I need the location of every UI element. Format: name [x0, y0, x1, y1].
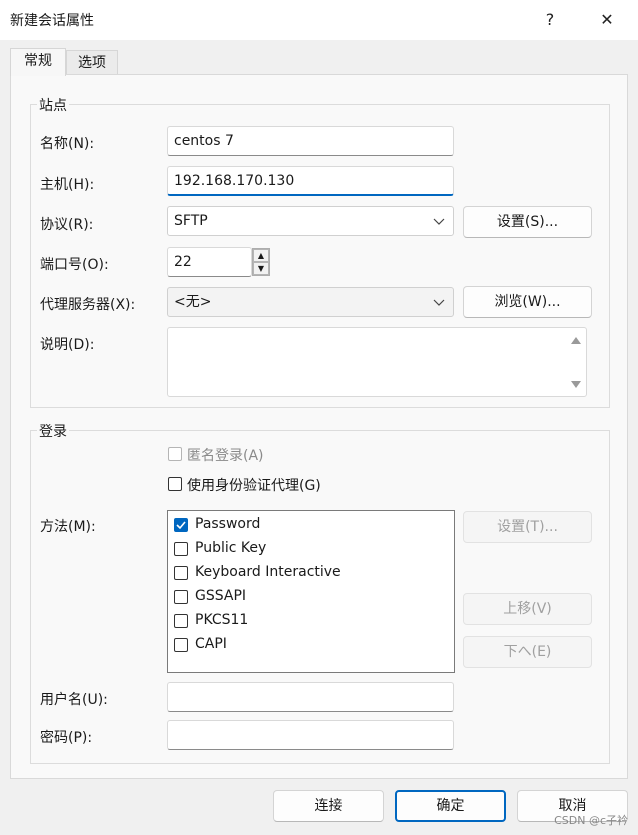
- stepper-up-icon[interactable]: ▲: [253, 249, 269, 262]
- list-item-label: PKCS11: [195, 612, 249, 628]
- scroll-up-icon[interactable]: [571, 336, 581, 344]
- list-item[interactable]: PKCS11: [174, 610, 444, 632]
- auth-agent-label: 使用身份验证代理(G): [187, 478, 321, 494]
- stepper-down-icon[interactable]: ▼: [253, 262, 269, 275]
- move-down-button[interactable]: 下へ(E): [463, 636, 592, 668]
- list-item[interactable]: CAPI: [174, 634, 444, 656]
- host-label: 主机(H):: [40, 177, 95, 193]
- title-bar: 新建会话属性 ? ✕: [0, 0, 638, 40]
- public-key-checkbox[interactable]: [174, 542, 188, 556]
- pkcs11-checkbox[interactable]: [174, 614, 188, 628]
- browse-button[interactable]: 浏览(W)...: [463, 286, 592, 318]
- connect-button[interactable]: 连接: [273, 790, 384, 822]
- username-input[interactable]: [167, 682, 454, 712]
- move-up-button[interactable]: 上移(V): [463, 593, 592, 625]
- site-group-title: 站点: [37, 95, 69, 115]
- list-item-label: Public Key: [195, 540, 267, 556]
- password-input[interactable]: [167, 720, 454, 750]
- anonymous-checkbox[interactable]: [168, 447, 182, 461]
- help-button[interactable]: ?: [530, 6, 570, 34]
- protocol-select-value: SFTP: [174, 213, 208, 229]
- host-input[interactable]: 192.168.170.130: [167, 166, 454, 196]
- ok-button[interactable]: 确定: [395, 790, 506, 822]
- description-label: 说明(D):: [40, 337, 95, 353]
- watermark: CSDN @c子衿: [554, 814, 628, 827]
- close-icon: ✕: [600, 10, 614, 29]
- tab-general[interactable]: 常规: [10, 48, 66, 76]
- capi-checkbox[interactable]: [174, 638, 188, 652]
- password-label: 密码(P):: [40, 730, 93, 746]
- tab-options[interactable]: 选项: [66, 50, 118, 76]
- method-label: 方法(M):: [40, 519, 96, 535]
- scroll-down-icon[interactable]: [571, 381, 581, 389]
- description-textarea[interactable]: [167, 327, 587, 397]
- proxy-label: 代理服务器(X):: [40, 297, 136, 313]
- list-item[interactable]: Public Key: [174, 538, 444, 560]
- name-label: 名称(N):: [40, 136, 95, 152]
- port-stepper[interactable]: ▲ ▼: [252, 248, 270, 276]
- proxy-select[interactable]: <无>: [167, 287, 454, 317]
- window-title: 新建会话属性: [10, 13, 94, 29]
- list-item[interactable]: GSSAPI: [174, 586, 444, 608]
- check-icon: [176, 521, 186, 530]
- gssapi-checkbox[interactable]: [174, 590, 188, 604]
- chevron-down-icon: [433, 218, 445, 225]
- login-group-title: 登录: [37, 421, 69, 441]
- list-item-label: Password: [195, 516, 261, 532]
- proxy-select-value: <无>: [174, 294, 212, 310]
- list-item-label: Keyboard Interactive: [195, 564, 341, 580]
- list-item[interactable]: Keyboard Interactive: [174, 562, 444, 584]
- method-listbox[interactable]: Password Public Key Keyboard Interactive…: [167, 510, 455, 673]
- close-button[interactable]: ✕: [587, 6, 627, 34]
- protocol-label: 协议(R):: [40, 217, 94, 233]
- password-checkbox[interactable]: [174, 518, 188, 532]
- method-settings-button[interactable]: 设置(T)...: [463, 511, 592, 543]
- protocol-settings-button[interactable]: 设置(S)...: [463, 206, 592, 238]
- protocol-select[interactable]: SFTP: [167, 206, 454, 236]
- list-item[interactable]: Password: [174, 514, 444, 536]
- keyboard-interactive-checkbox[interactable]: [174, 566, 188, 580]
- chevron-down-icon: [433, 299, 445, 306]
- auth-agent-checkbox[interactable]: [168, 477, 182, 491]
- anonymous-label: 匿名登录(A): [187, 448, 264, 464]
- port-label: 端口号(O):: [40, 257, 109, 273]
- name-input[interactable]: centos 7: [167, 126, 454, 156]
- list-item-label: CAPI: [195, 636, 227, 652]
- list-item-label: GSSAPI: [195, 588, 247, 604]
- username-label: 用户名(U):: [40, 692, 108, 708]
- port-input[interactable]: 22: [167, 247, 252, 277]
